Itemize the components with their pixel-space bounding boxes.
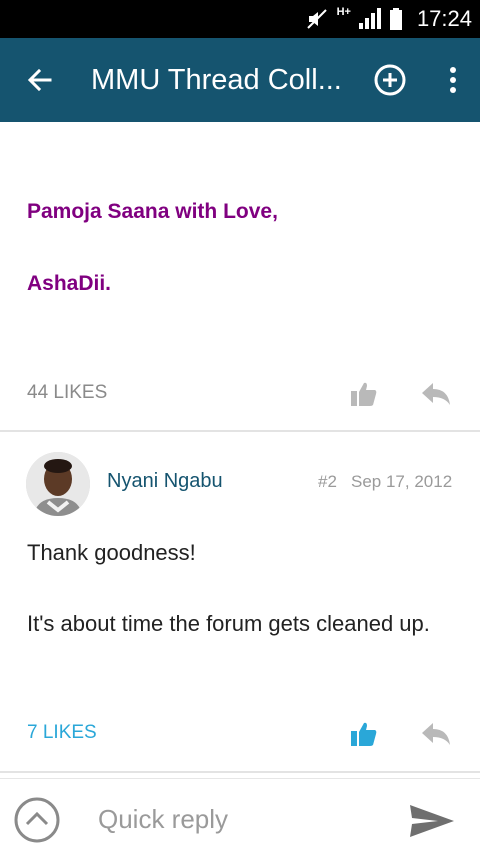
status-icons: H+ 17:24 [305,0,472,38]
post-divider [0,430,480,432]
post2-likes-row: 7 LIKES [0,714,480,754]
signature-line-1: Pamoja Saana with Love, [27,200,278,223]
mute-icon [306,9,327,29]
chevron-up-circle-icon[interactable] [13,796,61,844]
post-body-line-2: It's about time the forum gets cleaned u… [27,611,430,636]
post1-likes-count[interactable]: 44 LIKES [27,382,107,404]
post-divider [0,771,480,773]
add-circle-icon[interactable] [372,62,408,98]
network-type-label: H+ [336,6,351,18]
reply-icon[interactable] [418,718,454,750]
signal-icon [358,8,381,29]
reply-icon[interactable] [418,378,454,410]
post2-likes-count[interactable]: 7 LIKES [27,722,97,744]
post-number: #2 [318,472,337,491]
thumbs-up-icon[interactable] [348,378,380,410]
avatar-image [26,452,90,516]
arrow-left-icon[interactable] [22,62,58,98]
quick-reply-input[interactable] [98,799,378,839]
signature-line-2: AshaDii. [27,272,112,295]
post-date: Sep 17, 2012 [351,472,453,491]
avatar[interactable] [26,452,90,516]
quick-reply-bar [0,778,480,854]
more-vert-icon[interactable] [438,62,468,98]
post-author[interactable]: Nyani Ngabu [107,470,223,493]
status-bar: H+ 17:24 [0,0,480,38]
send-icon[interactable] [408,801,456,841]
post1-likes-row: 44 LIKES [0,374,480,414]
clock-time: 17:24 [416,6,472,31]
post-body-line-1: Thank goodness! [27,540,196,565]
page-title: MMU Thread Coll... [91,64,342,96]
app-bar: MMU Thread Coll... [0,38,480,122]
thumbs-up-icon[interactable] [348,718,380,750]
battery-icon [389,8,402,30]
